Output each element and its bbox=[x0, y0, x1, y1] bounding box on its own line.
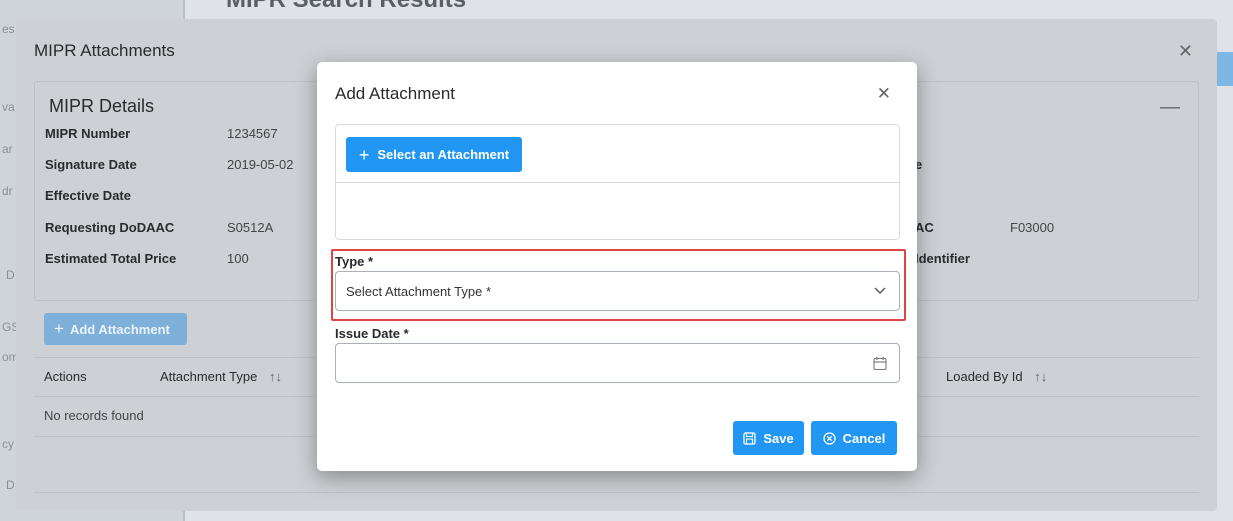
background-page-title: MIPR Search Results bbox=[226, 0, 466, 14]
background-fragment: va bbox=[2, 100, 15, 114]
sort-icon[interactable]: ↑↓ bbox=[1034, 369, 1047, 384]
cancel-button[interactable]: Cancel bbox=[811, 421, 897, 455]
select-attachment-button[interactable]: + Select an Attachment bbox=[346, 137, 522, 172]
file-upload-box: + Select an Attachment bbox=[335, 124, 900, 240]
attachment-type-dropdown[interactable]: Select Attachment Type * bbox=[335, 271, 900, 311]
field-value: 1234567 bbox=[227, 126, 278, 141]
file-drop-area[interactable] bbox=[336, 183, 899, 239]
background-fragment: es bbox=[2, 22, 15, 36]
field-label: Effective Date bbox=[45, 188, 131, 203]
column-header-label: Attachment Type bbox=[160, 369, 258, 384]
close-icon[interactable]: ✕ bbox=[1178, 41, 1193, 62]
column-header-loaded-by-id[interactable]: Loaded By Id ↑↓ bbox=[946, 369, 1047, 384]
plus-icon: + bbox=[54, 319, 64, 338]
button-label: Select an Attachment bbox=[377, 147, 510, 162]
add-attachment-button[interactable]: + Add Attachment bbox=[44, 313, 187, 345]
add-attachment-modal: Add Attachment ✕ + Select an Attachment … bbox=[317, 62, 917, 471]
dropdown-placeholder: Select Attachment Type * bbox=[346, 284, 492, 299]
field-label: Signature Date bbox=[45, 157, 137, 172]
panel-heading: MIPR Details bbox=[49, 96, 155, 116]
background-fragment: ar bbox=[2, 142, 13, 156]
modal-title: Add Attachment bbox=[335, 84, 456, 103]
collapse-icon[interactable]: — bbox=[1160, 96, 1180, 119]
cancel-icon bbox=[823, 431, 836, 445]
dialog-title: MIPR Attachments bbox=[34, 41, 175, 60]
issue-date-input[interactable] bbox=[335, 343, 900, 383]
chevron-down-icon bbox=[874, 287, 886, 294]
plus-icon: + bbox=[358, 144, 370, 165]
field-value: 2019-05-02 bbox=[227, 157, 294, 172]
save-button[interactable]: Save bbox=[733, 421, 804, 455]
button-label: Cancel bbox=[842, 430, 886, 446]
calendar-icon[interactable] bbox=[873, 356, 887, 371]
background-fragment: D bbox=[6, 268, 15, 282]
column-header-label: Loaded By Id bbox=[946, 369, 1023, 384]
background-fragment: D bbox=[6, 478, 15, 492]
field-value: 100 bbox=[227, 251, 249, 266]
issue-date-label: Issue Date * bbox=[335, 326, 409, 341]
button-label: Add Attachment bbox=[69, 321, 170, 337]
type-label: Type * bbox=[335, 254, 374, 269]
save-icon bbox=[743, 431, 756, 445]
field-label: MIPR Number bbox=[45, 126, 131, 141]
field-label: Requesting DoDAAC bbox=[45, 220, 175, 235]
field-value: S0512A bbox=[227, 220, 274, 235]
background-fragment: dr bbox=[2, 184, 13, 198]
field-value: F03000 bbox=[1010, 220, 1055, 235]
field-label: AC bbox=[915, 220, 934, 235]
column-header-attachment-type[interactable]: Attachment Type ↑↓ bbox=[160, 369, 282, 384]
file-upload-header: + Select an Attachment bbox=[336, 125, 899, 183]
field-label: Estimated Total Price bbox=[45, 251, 177, 266]
field-label: Identifier bbox=[915, 251, 970, 266]
sort-icon[interactable]: ↑↓ bbox=[269, 369, 282, 384]
close-icon[interactable]: ✕ bbox=[877, 84, 891, 104]
background-fragment: cy bbox=[2, 437, 14, 451]
button-label: Save bbox=[763, 430, 794, 446]
column-header-actions: Actions bbox=[44, 369, 87, 384]
